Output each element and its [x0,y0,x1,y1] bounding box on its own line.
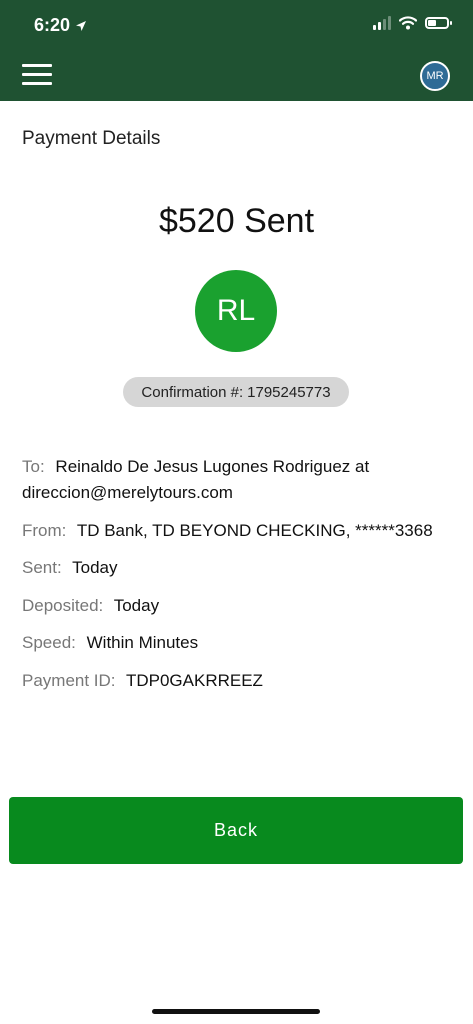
hamburger-menu-icon[interactable] [22,64,52,86]
detail-row-payment-id: Payment ID: TDP0GAKRREEZ [22,668,452,694]
confirmation-badge: Confirmation #: 1795245773 [123,377,349,407]
detail-label: Payment ID: [22,670,116,690]
detail-value: Today [72,558,118,577]
detail-row-from: From: TD Bank, TD BEYOND CHECKING, *****… [22,518,452,544]
detail-value: TDP0GAKRREEZ [125,670,263,690]
location-arrow-icon [76,20,87,31]
app-header: 6:20 MR [0,0,473,101]
recipient-avatar: RL [195,270,277,352]
status-time-text: 6:20 [34,15,71,35]
user-avatar[interactable]: MR [420,61,450,91]
payment-amount: $520 Sent [158,202,315,240]
detail-value: Within Minutes [86,633,199,652]
detail-row-sent: Sent: Today [22,555,452,581]
confirmation-number: 1795245773 [247,383,331,401]
status-icons [373,16,452,30]
detail-value: TD Bank, TD BEYOND CHECKING, ******3368 [76,520,433,540]
detail-row-speed: Speed: Within Minutes [22,630,452,656]
detail-label: Sent: [22,558,62,577]
detail-label: Speed: [22,633,76,652]
detail-value: Reinaldo De Jesus Lugones Rodriguez at d… [22,457,370,502]
wifi-icon [399,16,417,30]
status-time: 6:20 [34,15,87,36]
back-button[interactable]: Back [9,797,463,864]
cellular-signal-icon [373,16,391,30]
detail-label: Deposited: [22,595,104,615]
confirmation-label: Confirmation #: [141,383,244,401]
detail-value: Today [113,595,160,615]
payment-details-list: To: Reinaldo De Jesus Lugones Rodriguez … [22,454,452,705]
detail-label: To: [22,457,45,476]
detail-row-to: To: Reinaldo De Jesus Lugones Rodriguez … [22,454,452,506]
home-indicator[interactable] [152,1009,320,1014]
page-title: Payment Details [22,128,161,149]
battery-icon [425,17,452,29]
detail-label: From: [22,520,67,540]
detail-row-deposited: Deposited: Today [22,593,452,619]
